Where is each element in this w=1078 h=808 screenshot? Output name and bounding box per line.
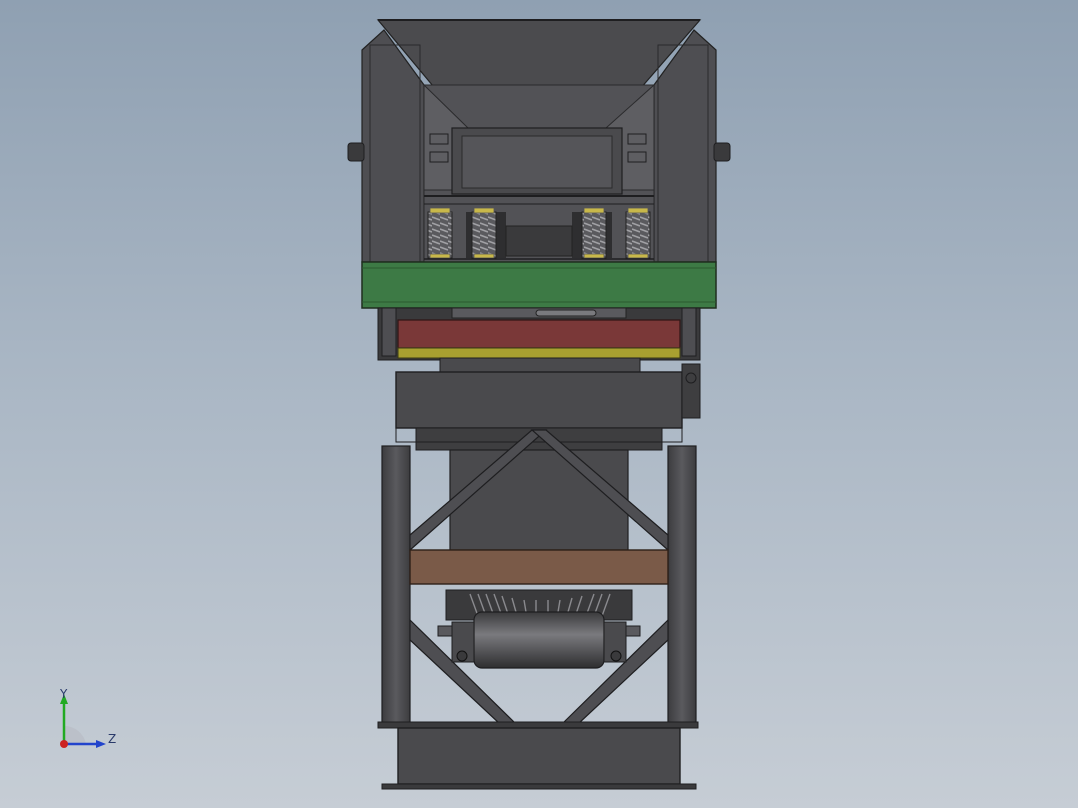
green-support-frame	[361, 261, 717, 309]
feeder-assembly-model[interactable]	[0, 0, 1078, 808]
belt-conveyor-idler	[437, 589, 641, 669]
idler-roller	[473, 611, 605, 669]
right-pin	[713, 142, 731, 162]
red-plate	[397, 319, 681, 349]
left-leg	[381, 445, 411, 725]
base-skid	[377, 721, 699, 790]
vibration-base	[377, 307, 701, 361]
spring-3	[581, 211, 607, 259]
triad-z-label: Z	[108, 732, 116, 746]
triad-x-axis	[60, 740, 68, 748]
spring-1	[427, 211, 453, 259]
right-leg	[667, 445, 697, 725]
brown-beam	[409, 549, 669, 585]
triad-y-label: Y	[59, 687, 68, 701]
spring-2	[471, 211, 497, 259]
hopper-right-wing	[653, 29, 717, 263]
left-pin	[347, 142, 365, 162]
spring-4	[625, 211, 651, 259]
center-chute	[449, 449, 629, 551]
graphics-viewport[interactable]: Y Z	[0, 0, 1078, 808]
view-triad: Y Z	[59, 687, 116, 748]
yellow-plate	[397, 347, 681, 359]
support-tower	[381, 429, 697, 725]
